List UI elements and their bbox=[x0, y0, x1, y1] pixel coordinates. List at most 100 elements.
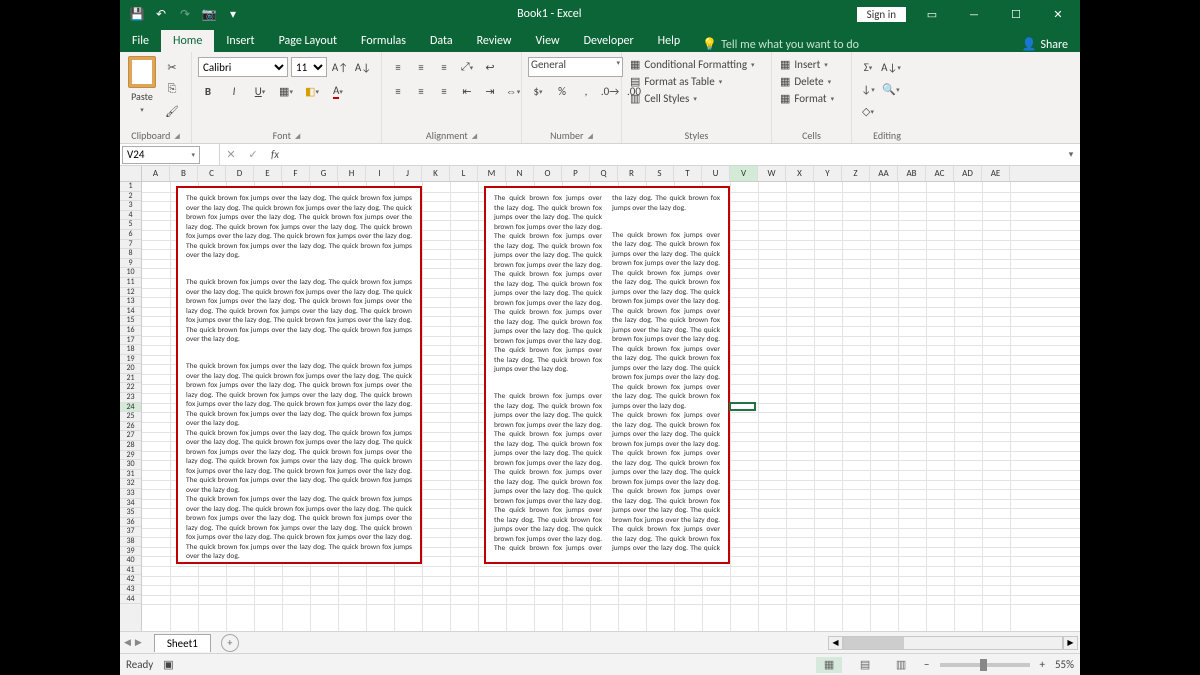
decrease-font-icon[interactable]: A↓ bbox=[353, 57, 373, 77]
paste-button[interactable]: Paste ▾ bbox=[124, 54, 160, 116]
signin-button[interactable]: Sign in bbox=[857, 7, 906, 22]
scroll-left-icon[interactable]: ◀ bbox=[828, 636, 843, 650]
column-header[interactable]: E bbox=[254, 166, 282, 181]
increase-decimal-icon[interactable]: .0→ bbox=[600, 81, 620, 101]
column-header[interactable]: P bbox=[562, 166, 590, 181]
font-name-select[interactable]: Calibri bbox=[198, 57, 288, 77]
sheet-nav-prev-icon[interactable]: ◀ bbox=[124, 637, 131, 648]
select-all-corner[interactable] bbox=[120, 166, 142, 182]
conditional-formatting-button[interactable]: ▦ Conditional Formatting ▾ bbox=[628, 57, 757, 72]
format-cells-button[interactable]: ▦ Format ▾ bbox=[778, 91, 836, 106]
dialog-launcher-icon[interactable]: ◢ bbox=[472, 131, 477, 140]
column-header[interactable]: G bbox=[310, 166, 338, 181]
camera-icon[interactable]: 📷 bbox=[200, 5, 218, 23]
tab-developer[interactable]: Developer bbox=[572, 30, 646, 52]
align-bottom-icon[interactable]: ≡ bbox=[434, 57, 454, 77]
zoom-out-button[interactable]: − bbox=[924, 658, 929, 671]
tab-file[interactable]: File bbox=[120, 30, 161, 52]
find-select-icon[interactable]: 🔍▾ bbox=[881, 79, 901, 99]
save-icon[interactable]: 💾 bbox=[128, 5, 146, 23]
column-header[interactable]: AC bbox=[926, 166, 954, 181]
row-headers[interactable]: 1234567891011121314151617181920212223242… bbox=[120, 182, 142, 631]
cut-icon[interactable]: ✂ bbox=[162, 57, 182, 77]
column-header[interactable]: Y bbox=[814, 166, 842, 181]
scroll-thumb[interactable] bbox=[844, 637, 904, 649]
orientation-icon[interactable]: ⤢▾ bbox=[457, 57, 477, 77]
insert-cells-button[interactable]: ▦ Insert ▾ bbox=[778, 57, 830, 72]
column-header[interactable]: R bbox=[618, 166, 646, 181]
align-top-icon[interactable]: ≡ bbox=[388, 57, 408, 77]
column-header[interactable]: L bbox=[450, 166, 478, 181]
zoom-slider[interactable] bbox=[940, 663, 1030, 667]
column-header[interactable]: Z bbox=[842, 166, 870, 181]
scroll-right-icon[interactable]: ▶ bbox=[1063, 636, 1078, 650]
minimize-icon[interactable]: — bbox=[958, 0, 990, 28]
format-as-table-button[interactable]: ▤ Format as Table ▾ bbox=[628, 74, 724, 89]
align-right-icon[interactable]: ≡ bbox=[434, 81, 454, 101]
zoom-level[interactable]: 55% bbox=[1055, 658, 1074, 671]
close-icon[interactable]: ✕ bbox=[1042, 0, 1074, 28]
decrease-indent-icon[interactable]: ⇤ bbox=[457, 81, 477, 101]
copy-icon[interactable]: ⎘ bbox=[162, 79, 182, 99]
clear-icon[interactable]: ◇▾ bbox=[858, 101, 878, 121]
comma-format-icon[interactable]: , bbox=[576, 81, 596, 101]
sort-filter-icon[interactable]: A↓▾ bbox=[881, 57, 901, 77]
wrap-text-icon[interactable]: ↩ bbox=[480, 57, 500, 77]
column-header[interactable]: F bbox=[282, 166, 310, 181]
column-header[interactable]: D bbox=[226, 166, 254, 181]
column-header[interactable]: O bbox=[534, 166, 562, 181]
zoom-in-button[interactable]: + bbox=[1040, 658, 1045, 671]
align-left-icon[interactable]: ≡ bbox=[388, 81, 408, 101]
tab-view[interactable]: View bbox=[524, 30, 572, 52]
tab-review[interactable]: Review bbox=[465, 30, 524, 52]
column-header[interactable]: K bbox=[422, 166, 450, 181]
macro-record-icon[interactable]: ▣ bbox=[163, 658, 173, 671]
row-header[interactable]: 44 bbox=[120, 595, 141, 605]
cancel-icon[interactable]: ✕ bbox=[220, 148, 242, 161]
worksheet-grid[interactable]: ABCDEFGHIJKLMNOPQRSTUVWXYZAAABACADAE 123… bbox=[120, 166, 1080, 631]
align-center-icon[interactable]: ≡ bbox=[411, 81, 431, 101]
column-header[interactable]: V bbox=[730, 166, 758, 181]
increase-indent-icon[interactable]: ⇥ bbox=[480, 81, 500, 101]
column-header[interactable]: AB bbox=[898, 166, 926, 181]
text-box[interactable]: The quick brown fox jumps over the lazy … bbox=[176, 186, 422, 564]
qat-customize-icon[interactable]: ▾ bbox=[224, 5, 242, 23]
normal-view-icon[interactable]: ▦ bbox=[816, 657, 842, 673]
column-header[interactable]: Q bbox=[590, 166, 618, 181]
cells-area[interactable]: The quick brown fox jumps over the lazy … bbox=[142, 182, 1080, 631]
align-middle-icon[interactable]: ≡ bbox=[411, 57, 431, 77]
undo-icon[interactable]: ↶ bbox=[152, 5, 170, 23]
dialog-launcher-icon[interactable]: ◢ bbox=[588, 131, 593, 140]
text-box[interactable]: The quick brown fox jumps over the lazy … bbox=[484, 186, 730, 564]
tab-data[interactable]: Data bbox=[418, 30, 465, 52]
expand-formula-bar-icon[interactable]: ▾ bbox=[1062, 149, 1080, 160]
increase-font-icon[interactable]: A↑ bbox=[330, 57, 350, 77]
column-header[interactable]: AD bbox=[954, 166, 982, 181]
fill-icon[interactable]: ↓▾ bbox=[858, 79, 878, 99]
column-header[interactable]: X bbox=[786, 166, 814, 181]
column-header[interactable]: AA bbox=[870, 166, 898, 181]
column-header[interactable]: M bbox=[478, 166, 506, 181]
font-color-icon[interactable]: A▾ bbox=[328, 81, 348, 101]
autosum-icon[interactable]: Σ▾ bbox=[858, 57, 878, 77]
maximize-icon[interactable]: ☐ bbox=[1000, 0, 1032, 28]
active-cell[interactable] bbox=[729, 402, 756, 411]
font-size-select[interactable]: 11 bbox=[291, 57, 327, 77]
share-button[interactable]: 👤 Share bbox=[1009, 37, 1080, 52]
column-header[interactable]: I bbox=[366, 166, 394, 181]
cell-styles-button[interactable]: ▥ Cell Styles ▾ bbox=[628, 91, 699, 106]
formula-bar-input[interactable] bbox=[286, 146, 1062, 164]
number-format-select[interactable]: General ▾ bbox=[528, 57, 623, 77]
new-sheet-button[interactable]: + bbox=[221, 634, 239, 652]
bold-button[interactable]: B bbox=[198, 81, 218, 101]
name-box[interactable]: V24▾ bbox=[122, 146, 200, 164]
column-header[interactable]: T bbox=[674, 166, 702, 181]
column-header[interactable]: AE bbox=[982, 166, 1010, 181]
fill-color-icon[interactable]: ◧▾ bbox=[302, 81, 322, 101]
page-break-view-icon[interactable]: ▥ bbox=[888, 657, 914, 673]
tab-formulas[interactable]: Formulas bbox=[349, 30, 418, 52]
delete-cells-button[interactable]: ▦ Delete ▾ bbox=[778, 74, 833, 89]
tab-help[interactable]: Help bbox=[646, 30, 693, 52]
dialog-launcher-icon[interactable]: ◢ bbox=[174, 131, 179, 140]
column-header[interactable]: B bbox=[170, 166, 198, 181]
